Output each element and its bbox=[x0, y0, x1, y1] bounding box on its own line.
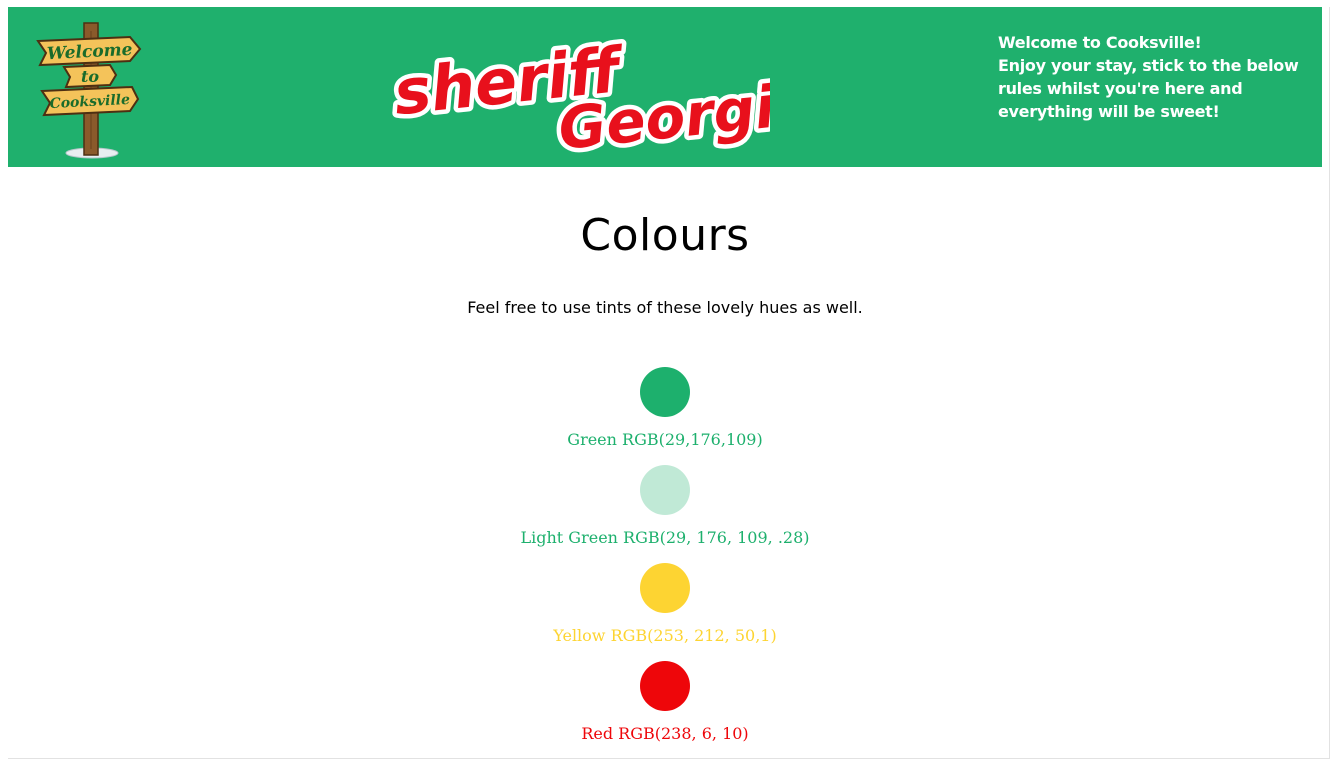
swatch-light-green-label: Light Green RGB(29, 176, 109, .28) bbox=[520, 528, 810, 547]
swatch-light-green: Light Green RGB(29, 176, 109, .28) bbox=[8, 465, 1322, 563]
swatch-yellow-circle bbox=[640, 563, 690, 613]
welcome-sign-logo[interactable]: Welcome to Cooksville bbox=[34, 21, 144, 159]
page-title: Colours bbox=[580, 210, 750, 261]
swatch-red-circle bbox=[640, 661, 690, 711]
welcome-title: Welcome to Cooksville! bbox=[998, 33, 1202, 52]
page: Welcome to Cooksville sheriff Georgie We… bbox=[8, 7, 1330, 759]
site-header: Welcome to Cooksville sheriff Georgie We… bbox=[8, 7, 1322, 167]
welcome-body: Enjoy your stay, stick to the below rule… bbox=[998, 56, 1299, 121]
sign-line-to: to bbox=[81, 67, 99, 86]
sheriff-georgie-logo[interactable]: sheriff Georgie bbox=[386, 27, 770, 157]
swatch-yellow: Yellow RGB(253, 212, 50,1) bbox=[8, 563, 1322, 661]
swatch-yellow-label: Yellow RGB(253, 212, 50,1) bbox=[553, 626, 777, 645]
main-content: Colours Feel free to use tints of these … bbox=[8, 167, 1322, 759]
swatch-green: Green RGB(29,176,109) bbox=[8, 367, 1322, 465]
swatch-green-label: Green RGB(29,176,109) bbox=[567, 430, 763, 449]
welcome-message: Welcome to Cooksville! Enjoy your stay, … bbox=[998, 31, 1314, 123]
swatch-red-label: Red RGB(238, 6, 10) bbox=[581, 724, 749, 743]
colour-swatch-list: Green RGB(29,176,109) Light Green RGB(29… bbox=[8, 367, 1322, 759]
swatch-red: Red RGB(238, 6, 10) bbox=[8, 661, 1322, 759]
swatch-green-circle bbox=[640, 367, 690, 417]
intro-text: Feel free to use tints of these lovely h… bbox=[467, 298, 863, 317]
swatch-light-green-circle bbox=[640, 465, 690, 515]
